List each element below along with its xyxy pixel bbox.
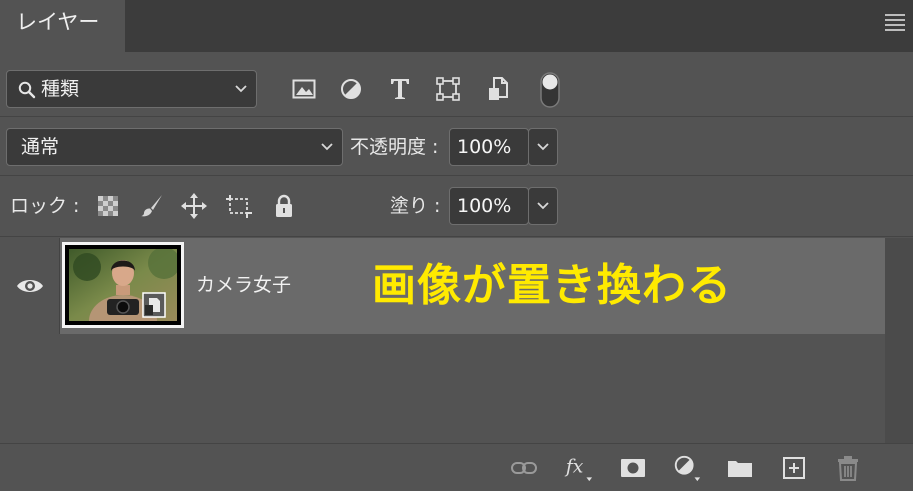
scrollbar-track[interactable] (885, 238, 913, 443)
fx-icon[interactable]: fx (563, 454, 593, 482)
blend-mode-select[interactable]: 通常 (6, 128, 343, 166)
chevron-down-icon (537, 143, 549, 151)
separator (0, 116, 913, 117)
separator (0, 236, 913, 237)
opacity-dropdown[interactable] (528, 128, 558, 166)
chevron-down-icon (537, 202, 549, 210)
group-folder-icon[interactable] (725, 454, 755, 482)
adjustment-filter-icon[interactable] (337, 75, 365, 103)
svg-text:fx: fx (564, 457, 584, 478)
type-filter-icon[interactable] (386, 75, 414, 103)
layer-mask-icon[interactable] (618, 454, 648, 482)
chevron-down-icon (234, 71, 248, 120)
fill-input[interactable]: 100% (449, 187, 529, 225)
filter-kind-select[interactable]: 種類 (6, 70, 257, 108)
lock-paint-icon[interactable] (138, 192, 166, 220)
panel-footer: fx (0, 443, 913, 491)
layer-thumbnail-image (69, 249, 177, 321)
pixel-filter-icon[interactable] (290, 75, 318, 103)
link-layers-icon[interactable] (509, 454, 539, 482)
layer-list-empty-area (0, 336, 885, 442)
eye-icon[interactable] (16, 272, 44, 300)
fill-dropdown[interactable] (528, 187, 558, 225)
annotation-text: 画像が置き換わる (372, 260, 732, 311)
opacity-input[interactable]: 100% (449, 128, 529, 166)
trash-icon[interactable] (833, 454, 863, 482)
fill-label: 塗り : (390, 195, 441, 217)
adjustment-layer-icon[interactable] (672, 454, 702, 482)
filter-toggle-icon[interactable] (537, 70, 563, 110)
tab-layers[interactable]: レイヤー (0, 0, 125, 52)
filter-kind-label: 種類 (41, 78, 80, 100)
lock-transparent-icon[interactable] (94, 192, 122, 220)
separator (0, 175, 913, 176)
lock-position-icon[interactable] (180, 192, 208, 220)
panel-menu-icon[interactable] (885, 14, 905, 32)
blend-mode-label: 通常 (21, 136, 60, 158)
shape-filter-icon[interactable] (434, 75, 462, 103)
new-layer-icon[interactable] (779, 454, 809, 482)
layer-name[interactable]: カメラ女子 (196, 268, 291, 302)
lock-label: ロック : (10, 195, 80, 217)
lock-artboard-icon[interactable] (225, 192, 253, 220)
lock-all-icon[interactable] (270, 192, 298, 220)
opacity-label: 不透明度 : (350, 136, 439, 158)
panel-tabbar: レイヤー (0, 0, 913, 52)
chevron-down-icon (320, 129, 334, 178)
layer-thumbnail[interactable] (62, 242, 184, 328)
search-icon (18, 81, 36, 99)
smart-object-filter-icon[interactable] (484, 75, 512, 103)
